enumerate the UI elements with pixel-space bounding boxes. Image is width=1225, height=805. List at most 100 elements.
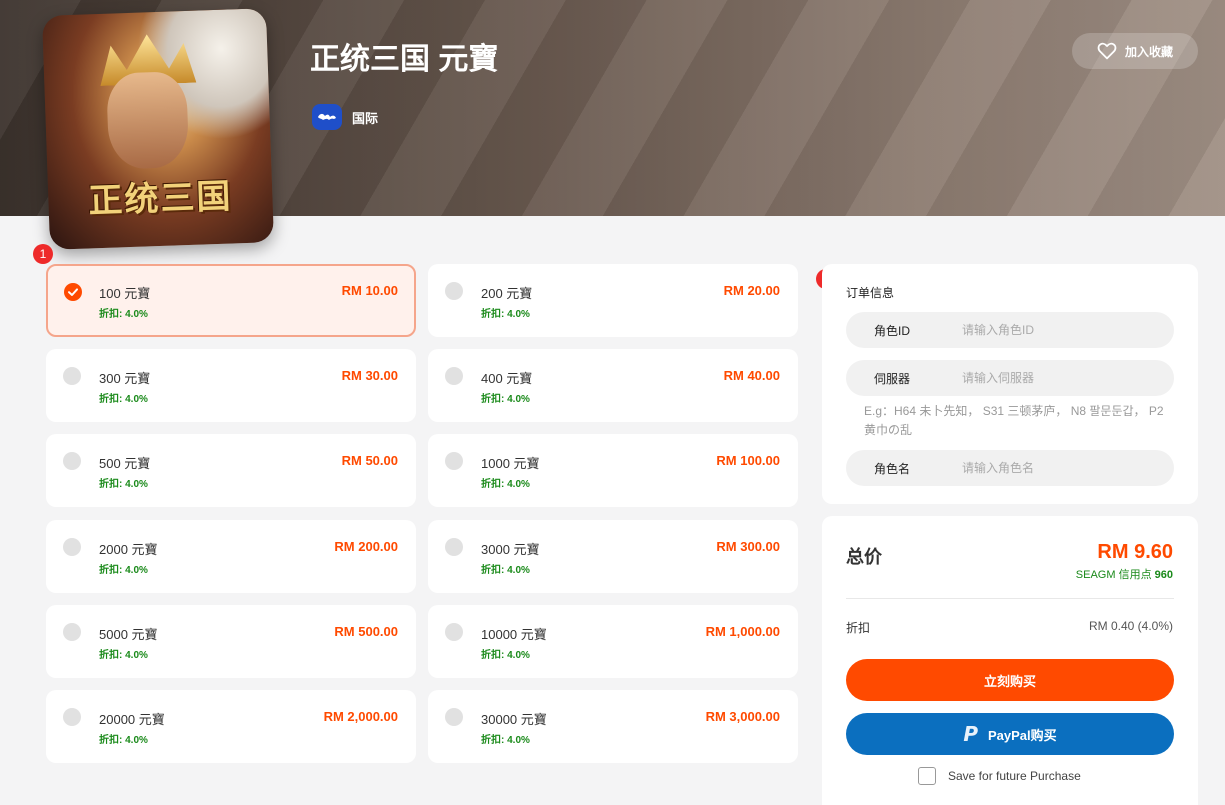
save-for-future-label: Save for future Purchase [948,769,1081,783]
package-price: RM 20.00 [723,283,780,298]
package-name: 500 元寶 [99,456,151,471]
server-input[interactable] [962,371,1174,385]
package-name: 2000 元寶 [99,542,158,557]
package-price: RM 30.00 [341,368,398,383]
package-card[interactable]: 2000 元寶折扣: 4.0% RM 200.00 [46,520,416,593]
package-discount: 折扣: 4.0% [481,309,530,320]
package-card[interactable]: 100 元寶折扣: 4.0% RM 10.00 [46,264,416,337]
role-id-field[interactable]: 角色ID [846,312,1174,348]
package-card[interactable]: 5000 元寶折扣: 4.0% RM 500.00 [46,605,416,678]
package-discount: 折扣: 4.0% [481,565,530,576]
package-discount: 折扣: 4.0% [99,479,148,490]
package-price: RM 200.00 [334,539,398,554]
credit-points: SEAGM 信用点 960 [1076,566,1173,582]
package-radio[interactable] [63,708,81,726]
package-card[interactable]: 10000 元寶折扣: 4.0% RM 1,000.00 [428,605,798,678]
package-radio[interactable] [63,452,81,470]
total-amount: RM 9.60 [1097,541,1173,563]
package-price: RM 1,000.00 [705,624,780,639]
package-card[interactable]: 500 元寶折扣: 4.0% RM 50.00 [46,434,416,507]
package-card[interactable]: 300 元寶折扣: 4.0% RM 30.00 [46,349,416,422]
package-card[interactable]: 200 元寶 折扣: 4.0% RM 20.00 [428,264,798,337]
package-discount: 折扣: 4.0% [99,565,148,576]
package-radio[interactable] [63,623,81,641]
package-price: RM 500.00 [334,624,398,639]
paypal-icon: P [963,722,978,746]
server-field[interactable]: 伺服器 [846,360,1174,396]
discount-value: RM 0.40 (4.0%) [1088,619,1173,633]
save-for-future-row: Save for future Purchase [918,767,1081,785]
package-discount: 折扣: 4.0% [481,479,530,490]
package-name: 5000 元寶 [99,627,158,642]
discount-label: 折扣 [846,621,871,635]
package-name: 400 元寶 [481,371,533,386]
package-radio[interactable] [63,367,81,385]
cover-hero-art [106,70,190,170]
package-discount: 折扣: 4.0% [99,735,148,746]
package-price: RM 100.00 [716,453,780,468]
role-name-field[interactable]: 角色名 [846,450,1174,486]
package-price: RM 3,000.00 [705,709,780,724]
paypal-buy-label: PayPal购买 [988,727,1057,743]
package-price: RM 50.00 [341,453,398,468]
package-name: 1000 元寶 [481,456,540,471]
add-favorite-label: 加入收藏 [1124,44,1173,59]
role-id-input[interactable] [962,323,1174,337]
server-label: 伺服器 [874,371,911,386]
credit-points-value: 960 [1154,569,1173,581]
region-label: 国际 [352,110,379,126]
order-summary-card: 总价 RM 9.60 SEAGM 信用点 960 折扣 RM 0.40 (4.0… [822,516,1198,805]
globe-icon [312,104,342,130]
package-name: 100 元寶 [99,286,151,301]
checkmark-icon [68,288,78,296]
package-radio[interactable] [63,538,81,556]
paypal-buy-button[interactable]: P PayPal购买 [846,713,1174,755]
package-discount: 折扣: 4.0% [99,394,148,405]
package-price: RM 300.00 [716,539,780,554]
package-name: 10000 元寶 [481,627,547,642]
server-hint: E.g：H64 未卜先知， S31 三顿茅庐， N8 팔문둔갑， P2 黄巾の乱 [864,404,1164,437]
package-discount: 折扣: 4.0% [481,650,530,661]
package-name: 20000 元寶 [99,712,165,727]
package-card[interactable]: 1000 元寶折扣: 4.0% RM 100.00 [428,434,798,507]
total-label: 总价 [846,547,882,567]
role-name-label: 角色名 [874,461,911,476]
package-card[interactable]: 20000 元寶折扣: 4.0% RM 2,000.00 [46,690,416,763]
package-discount: 折扣: 4.0% [481,735,530,746]
summary-divider [846,598,1174,599]
package-price: RM 10.00 [341,283,398,298]
package-discount: 折扣: 4.0% [99,650,148,661]
package-radio[interactable] [445,282,463,300]
package-radio[interactable] [445,367,463,385]
add-favorite-button[interactable]: 加入收藏 [1072,33,1198,69]
package-name: 30000 元寶 [481,712,547,727]
package-radio[interactable] [64,283,82,301]
package-discount: 折扣: 4.0% [99,309,148,320]
page-title: 正统三国 元寶 [310,43,499,76]
role-name-input[interactable] [962,461,1174,475]
package-price: RM 2,000.00 [323,709,398,724]
game-cover-image: 正统三国 [41,8,275,250]
package-radio[interactable] [445,708,463,726]
package-radio[interactable] [445,538,463,556]
package-discount: 折扣: 4.0% [481,394,530,405]
region-tag: 国际 [312,104,378,130]
package-name: 3000 元寶 [481,542,540,557]
package-card[interactable]: 3000 元寶折扣: 4.0% RM 300.00 [428,520,798,593]
order-info-title: 订单信息 [846,286,895,300]
heart-icon [1097,42,1117,60]
package-price: RM 40.00 [723,368,780,383]
buy-now-button[interactable]: 立刻购买 [846,659,1174,701]
package-radio[interactable] [445,452,463,470]
credit-points-label: SEAGM 信用点 [1075,569,1152,581]
order-info-card: 订单信息 角色ID 伺服器 E.g：H64 未卜先知， S31 三顿茅庐， N8… [822,264,1198,504]
package-name: 300 元寶 [99,371,151,386]
package-card[interactable]: 30000 元寶折扣: 4.0% RM 3,000.00 [428,690,798,763]
step-badge-1: 1 [33,244,53,264]
package-card[interactable]: 400 元寶折扣: 4.0% RM 40.00 [428,349,798,422]
role-id-label: 角色ID [874,323,911,338]
package-radio[interactable] [445,623,463,641]
cover-logo-text: 正统三国 [87,176,234,222]
buy-now-label: 立刻购买 [983,673,1036,689]
save-for-future-checkbox[interactable] [918,767,936,785]
